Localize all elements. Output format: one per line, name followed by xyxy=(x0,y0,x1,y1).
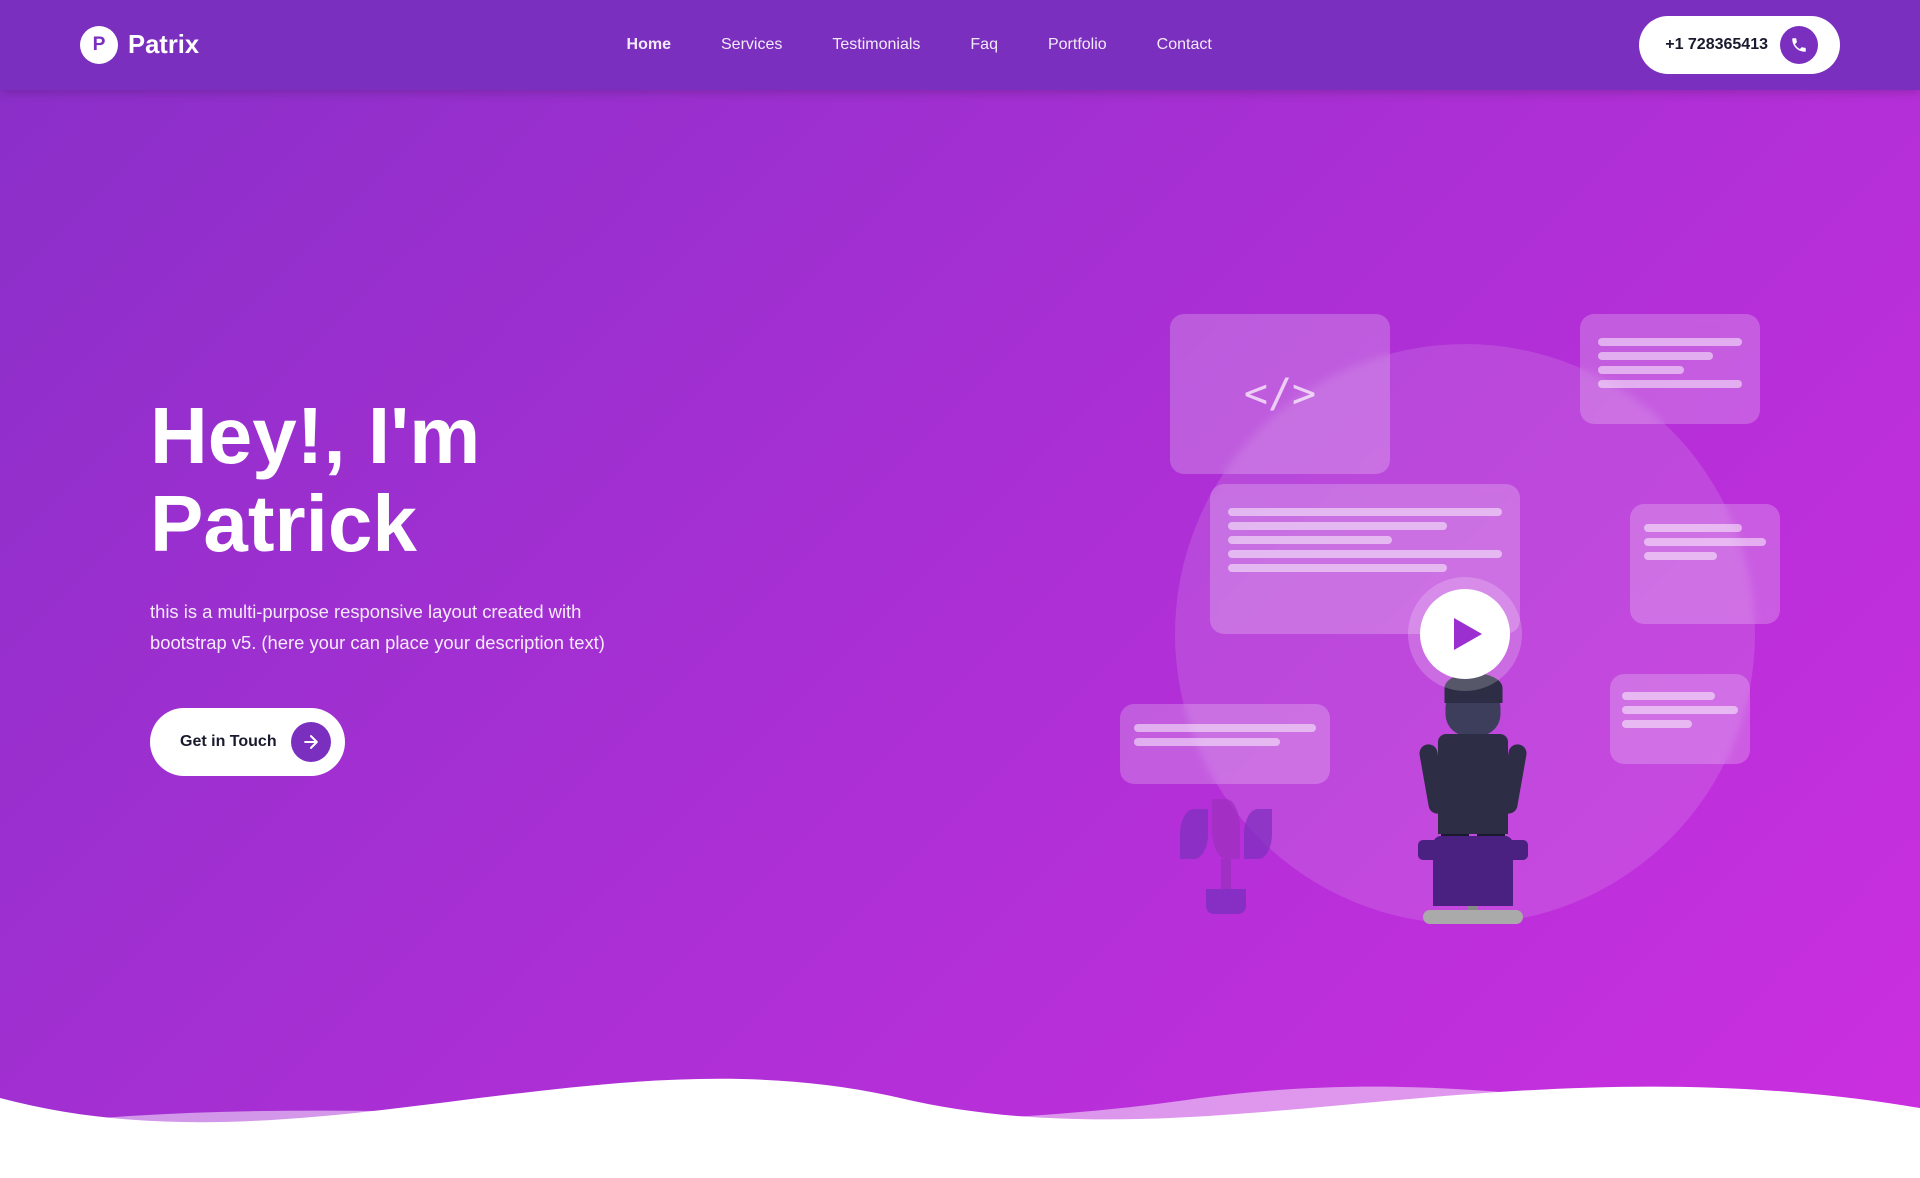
code-line xyxy=(1598,380,1742,388)
nav-item-home[interactable]: Home xyxy=(627,36,671,54)
hero-description: this is a multi-purpose responsive layou… xyxy=(150,596,630,659)
cta-arrow-icon xyxy=(291,722,331,762)
get-in-touch-button[interactable]: Get in Touch xyxy=(150,708,345,776)
person-torso xyxy=(1438,734,1508,834)
play-button[interactable] xyxy=(1420,589,1510,679)
plant-pot xyxy=(1206,889,1246,914)
plant-leaf xyxy=(1244,809,1272,859)
code-line xyxy=(1598,352,1713,360)
code-card-bottom-right xyxy=(1610,674,1750,764)
code-line xyxy=(1228,522,1447,530)
navbar: P Patrix Home Services Testimonials Faq … xyxy=(0,0,1920,90)
code-line xyxy=(1598,338,1742,346)
person-head xyxy=(1446,681,1501,736)
chair xyxy=(1418,840,1528,924)
logo-icon: P xyxy=(80,26,118,64)
code-line xyxy=(1228,536,1392,544)
plant-stem xyxy=(1221,859,1231,889)
hero-content: Hey!, I'm Patrick this is a multi-purpos… xyxy=(150,392,700,777)
code-line xyxy=(1622,720,1692,728)
hero-title-line1: Hey!, I'm xyxy=(150,391,480,480)
nav-links: Home Services Testimonials Faq Portfolio… xyxy=(627,36,1212,54)
nav-link-services[interactable]: Services xyxy=(721,36,782,53)
person-body xyxy=(1433,681,1513,904)
nav-logo[interactable]: P Patrix xyxy=(80,26,199,64)
code-card-right xyxy=(1630,504,1780,624)
hero-section: Hey!, I'm Patrick this is a multi-purpos… xyxy=(0,90,1920,1178)
nav-link-home[interactable]: Home xyxy=(627,36,671,53)
code-line xyxy=(1228,508,1502,516)
person-illustration xyxy=(1433,681,1513,904)
code-tag: </> xyxy=(1244,371,1316,417)
code-line xyxy=(1134,738,1280,746)
code-line xyxy=(1644,538,1766,546)
nav-item-services[interactable]: Services xyxy=(721,36,782,54)
phone-number: +1 728365413 xyxy=(1665,36,1768,54)
code-card-top-right xyxy=(1580,314,1760,424)
nav-link-faq[interactable]: Faq xyxy=(970,36,998,53)
code-line xyxy=(1644,524,1742,532)
plant-decoration xyxy=(1180,809,1272,914)
nav-item-testimonials[interactable]: Testimonials xyxy=(832,36,920,54)
nav-item-portfolio[interactable]: Portfolio xyxy=(1048,36,1107,54)
nav-item-contact[interactable]: Contact xyxy=(1157,36,1212,54)
nav-link-testimonials[interactable]: Testimonials xyxy=(832,36,920,53)
chair-base xyxy=(1423,910,1523,924)
hero-illustration: </> xyxy=(1090,284,1840,984)
chair-seat xyxy=(1418,840,1528,860)
code-line xyxy=(1622,706,1738,714)
code-line xyxy=(1622,692,1715,700)
code-card: </> xyxy=(1170,314,1390,474)
hero-wave xyxy=(0,998,1920,1178)
code-line xyxy=(1228,564,1447,572)
hero-title: Hey!, I'm Patrick xyxy=(150,392,700,568)
cta-label: Get in Touch xyxy=(180,733,277,751)
hero-title-line2: Patrick xyxy=(150,479,417,568)
plant-leaf xyxy=(1212,799,1240,859)
nav-item-faq[interactable]: Faq xyxy=(970,36,998,54)
logo-name: Patrix xyxy=(128,31,199,60)
nav-link-contact[interactable]: Contact xyxy=(1157,36,1212,53)
code-line xyxy=(1598,366,1684,374)
code-line xyxy=(1228,550,1502,558)
phone-icon xyxy=(1780,26,1818,64)
phone-cta-button[interactable]: +1 728365413 xyxy=(1639,16,1840,74)
code-line xyxy=(1134,724,1316,732)
plant-leaf xyxy=(1180,809,1208,859)
nav-link-portfolio[interactable]: Portfolio xyxy=(1048,36,1107,53)
code-card-bottom-left xyxy=(1120,704,1330,784)
code-line xyxy=(1644,552,1717,560)
